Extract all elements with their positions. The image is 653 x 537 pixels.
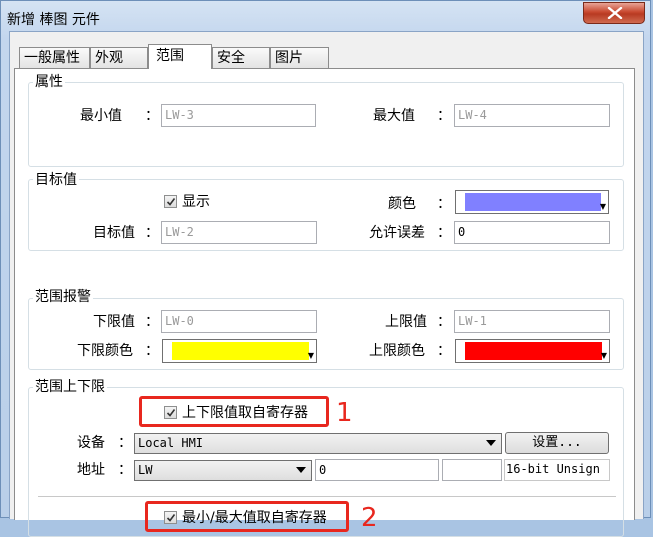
- max-value-label: 最大值: [373, 108, 415, 124]
- colon: ：: [437, 225, 451, 241]
- dropdown-arrow-icon: ▼: [599, 202, 606, 211]
- tab-panel-range: 属性 最小值 ： LW-3 最大值 ： LW-4 目标值 显示 颜色 ： ▼ 目…: [14, 68, 635, 537]
- low-color-label: 下限颜色: [77, 343, 133, 359]
- target-color-picker[interactable]: ▼: [455, 190, 609, 214]
- divider: [38, 496, 616, 497]
- tab-security[interactable]: 安全: [212, 47, 270, 68]
- device-select-value: Local HMI: [138, 436, 204, 450]
- low-limit-label: 下限值: [93, 314, 135, 330]
- limits-from-register-checkbox[interactable]: [164, 406, 177, 419]
- limits-from-register-label: 上下限值取自寄存器: [182, 405, 308, 421]
- target-color-swatch: [465, 193, 601, 211]
- colon: ：: [437, 108, 451, 124]
- data-format-field: 16-bit Unsign: [504, 459, 610, 481]
- address-type-value: LW: [138, 463, 153, 477]
- low-limit-field[interactable]: LW-0: [161, 310, 317, 333]
- group-limits-title: 范围上下限: [33, 379, 107, 395]
- address-type-select[interactable]: LW: [134, 460, 312, 481]
- device-select[interactable]: Local HMI: [134, 433, 502, 454]
- min-value-label: 最小值: [80, 108, 122, 124]
- show-label: 显示: [182, 194, 210, 210]
- high-color-label: 上限颜色: [369, 343, 425, 359]
- address-index-field[interactable]: [442, 459, 502, 481]
- dialog-window: 新增 棒图 元件 一般属性 外观 范围 安全 图片 属性 最小值 ： LW-3 …: [0, 0, 651, 537]
- address-field[interactable]: 0: [315, 459, 439, 481]
- show-checkbox[interactable]: [164, 195, 177, 208]
- group-target-title: 目标值: [33, 172, 79, 188]
- chevron-down-icon: [486, 440, 496, 446]
- address-label: 地址: [77, 462, 105, 478]
- dropdown-arrow-icon: ▼: [600, 351, 607, 360]
- colon: ：: [118, 462, 132, 478]
- high-limit-field[interactable]: LW-1: [454, 310, 610, 333]
- low-color-picker[interactable]: ▼: [162, 339, 317, 363]
- tolerance-label: 允许误差: [369, 225, 425, 241]
- colon: ：: [145, 225, 159, 241]
- colon: ：: [437, 314, 451, 330]
- close-icon: [607, 7, 623, 19]
- colon: ：: [118, 435, 132, 451]
- dropdown-arrow-icon: ▼: [307, 351, 314, 360]
- high-color-swatch: [465, 342, 602, 360]
- group-attributes-title: 属性: [33, 74, 65, 90]
- minmax-from-register-label: 最小/最大值取自寄存器: [182, 510, 327, 526]
- checkmark-icon: [166, 514, 176, 522]
- target-value-label: 目标值: [93, 225, 135, 241]
- low-color-swatch: [172, 342, 309, 360]
- checkmark-icon: [166, 198, 176, 206]
- tolerance-field[interactable]: 0: [454, 221, 610, 244]
- checkmark-icon: [166, 409, 176, 417]
- window-title: 新增 棒图 元件: [7, 12, 100, 28]
- max-value-field[interactable]: LW-4: [454, 104, 610, 127]
- device-label: 设备: [77, 435, 105, 451]
- target-value-field[interactable]: LW-2: [161, 221, 317, 244]
- colon: ：: [145, 343, 159, 359]
- min-value-field[interactable]: LW-3: [161, 104, 316, 127]
- chevron-down-icon: [296, 467, 306, 473]
- colon: ：: [145, 314, 159, 330]
- high-color-picker[interactable]: ▼: [455, 339, 610, 363]
- annotation-marker-1: 1: [336, 398, 353, 428]
- device-settings-button[interactable]: 设置...: [505, 432, 609, 454]
- colon: ：: [437, 343, 451, 359]
- colon: ：: [145, 108, 159, 124]
- color-label: 颜色: [388, 196, 416, 212]
- tab-picture[interactable]: 图片: [270, 47, 329, 68]
- tab-general[interactable]: 一般属性: [19, 47, 90, 68]
- annotation-marker-2: 2: [361, 503, 378, 533]
- colon: ：: [437, 196, 451, 212]
- tab-range[interactable]: 范围: [148, 44, 212, 69]
- high-limit-label: 上限值: [385, 314, 427, 330]
- tab-appearance[interactable]: 外观: [90, 47, 148, 68]
- group-alarm-title: 范围报警: [33, 289, 93, 305]
- dialog-client: 一般属性 外观 范围 安全 图片 属性 最小值 ： LW-3 最大值 ： LW-…: [9, 31, 644, 537]
- close-button[interactable]: [583, 2, 645, 24]
